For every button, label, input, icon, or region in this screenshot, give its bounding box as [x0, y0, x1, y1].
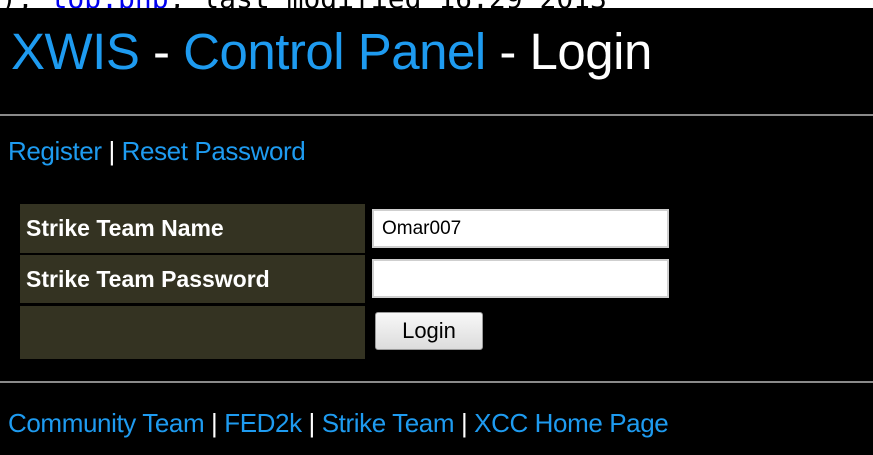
top-php-link[interactable]: top.php	[51, 0, 169, 8]
footer-separator: |	[204, 408, 225, 438]
strike-team-name-input[interactable]	[372, 209, 669, 248]
nav-separator: |	[101, 136, 122, 166]
truncated-prefix: ),	[0, 0, 51, 8]
truncated-header-strip: ), top.php, last modified 16:29 2013	[0, 0, 873, 8]
divider-bottom	[0, 381, 873, 383]
title-xwis: XWIS	[11, 23, 140, 80]
button-cell: Login	[372, 306, 483, 350]
strike-team-password-label: Strike Team Password	[20, 255, 365, 303]
password-input-cell	[372, 255, 669, 298]
name-input-cell	[372, 204, 669, 248]
truncated-suffix: , last modified 16:29 2013	[169, 0, 607, 8]
divider-top	[0, 114, 873, 116]
community-team-link[interactable]: Community Team	[8, 408, 205, 438]
strike-team-link[interactable]: Strike Team	[322, 408, 455, 438]
footer-nav: Community Team | FED2k | Strike Team | X…	[8, 408, 669, 439]
page-title: XWIS - Control Panel - Login	[11, 22, 652, 82]
empty-label-cell	[20, 306, 365, 359]
title-separator: -	[485, 23, 530, 80]
fed2k-link[interactable]: FED2k	[224, 408, 302, 438]
title-control-panel: Control Panel	[183, 23, 486, 80]
top-nav: Register | Reset Password	[8, 136, 306, 167]
footer-separator: |	[301, 408, 322, 438]
reset-password-link[interactable]: Reset Password	[122, 136, 306, 166]
register-link[interactable]: Register	[8, 136, 102, 166]
title-login: Login	[529, 23, 653, 80]
footer-separator: |	[454, 408, 475, 438]
strike-team-name-label: Strike Team Name	[20, 204, 365, 253]
login-button[interactable]: Login	[375, 312, 483, 350]
title-separator: -	[139, 23, 184, 80]
strike-team-password-input[interactable]	[372, 259, 669, 298]
truncated-header-text: ), top.php, last modified 16:29 2013	[0, 0, 607, 8]
xcc-home-page-link[interactable]: XCC Home Page	[474, 408, 669, 438]
